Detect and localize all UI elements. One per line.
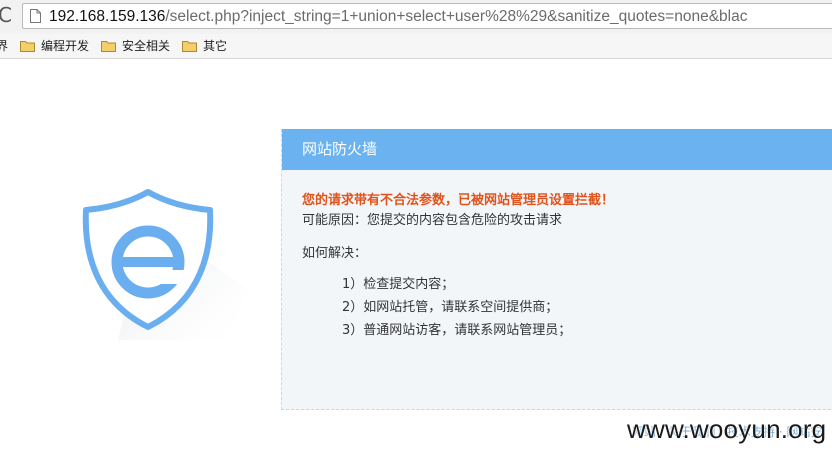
panel-header: 网站防火墙 (282, 129, 832, 170)
reload-icon[interactable]: C (0, 4, 16, 26)
solve-heading: 如何解决： (302, 246, 368, 261)
shield-logo-icon (82, 189, 248, 340)
bookmarks-bar: 界 编程开发 安全相关 其它 (0, 34, 832, 59)
warning-message: 您的请求带有不合法参数，已被网站管理员设置拦截！ (302, 193, 615, 208)
bookmark-folder-dev[interactable]: 编程开发 (20, 34, 89, 58)
list-item: 2）如网站托管，请联系空间提供商； (342, 300, 559, 315)
list-item: 1）检查提交内容； (342, 277, 455, 292)
bookmark-folder-security[interactable]: 安全相关 (101, 34, 170, 58)
bookmark-label: 其它 (203, 39, 228, 53)
url-path: /select.php?inject_string=1+union+select… (165, 8, 748, 25)
bookmark-folder-other[interactable]: 其它 (182, 34, 227, 58)
solution-list: 1）检查提交内容； 2）如网站托管，请联系空间提供商； 3）普通网站访客，请联系… (342, 275, 571, 344)
bookmark-label: 编程开发 (41, 39, 90, 53)
panel-title: 网站防火墙 (302, 140, 378, 158)
bookmark-label: 安全相关 (122, 39, 171, 53)
url-host: 192.168.159.136 (49, 8, 166, 25)
reason-message: 可能原因：您提交的内容包含危险的攻击请求 (302, 213, 563, 228)
folder-icon (182, 40, 197, 52)
folder-icon (101, 40, 116, 52)
url-input[interactable]: 192.168.159.136/select.php?inject_string… (22, 3, 832, 29)
waf-panel: 网站防火墙 您的请求带有不合法参数，已被网站管理员设置拦截！ 可能原因：您提交的… (281, 129, 832, 410)
list-item: 3）普通网站访客，请联系网站管理员； (342, 323, 572, 338)
folder-icon (20, 40, 35, 52)
bookmark-item-cut[interactable]: 界 (0, 34, 8, 58)
page-icon (30, 9, 41, 23)
address-bar: C 192.168.159.136/select.php?inject_stri… (0, 0, 832, 35)
watermark: www.wooyun.org (627, 414, 827, 444)
url-text: 192.168.159.136/select.php?inject_string… (49, 4, 748, 28)
